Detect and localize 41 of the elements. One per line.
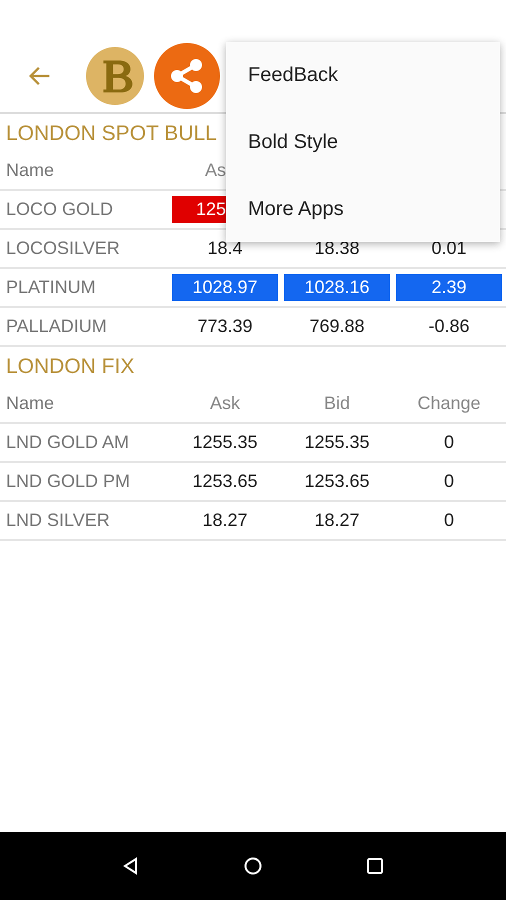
- table-cell-text: 1253.65: [191, 470, 259, 493]
- column-header: Name: [5, 392, 56, 415]
- column-header: Bid: [322, 392, 351, 415]
- column-header: As: [204, 159, 226, 182]
- table-cell-text: PALLADIUM: [5, 315, 108, 338]
- table-cell-text: 1253.65: [303, 470, 371, 493]
- section-title: LONDON SPOT BULL: [6, 122, 217, 146]
- menu-item[interactable]: FeedBack: [226, 58, 500, 92]
- b-logo-icon[interactable]: [86, 47, 144, 105]
- table-cell-text: LOCO GOLD: [5, 198, 114, 221]
- table-cell-text: LOCOSILVER: [5, 237, 121, 260]
- column-header: Name: [5, 159, 56, 182]
- share-icon[interactable]: [154, 43, 220, 109]
- menu-item[interactable]: More Apps: [226, 192, 500, 226]
- table-cell-text: 1255.35: [191, 431, 259, 454]
- table-cell-text: 18.27: [201, 509, 249, 532]
- square-icon[interactable]: [365, 856, 385, 876]
- table-cell-text: LND SILVER: [5, 509, 111, 532]
- table-cell-text: 0: [442, 470, 455, 493]
- table-cell-text: 0.01: [430, 237, 468, 260]
- table-cell-text: 0: [442, 431, 455, 454]
- column-header: Ask: [208, 392, 241, 415]
- table-cell: 125: [172, 196, 226, 223]
- table-cell: 2.39: [396, 274, 502, 301]
- table-cell-text: PLATINUM: [5, 276, 97, 299]
- table-cell-text: 18.38: [313, 237, 361, 260]
- table-cell-text: 769.88: [308, 315, 366, 338]
- table-cell: 1028.16: [284, 274, 390, 301]
- column-header: Change: [416, 392, 482, 415]
- table-cell-text: -0.86: [427, 315, 471, 338]
- table-cell-text: 0: [442, 509, 455, 532]
- table-cell-text: 18.4: [206, 237, 244, 260]
- section-title: LONDON FIX: [6, 355, 134, 379]
- home-circle-icon[interactable]: [243, 856, 263, 876]
- table-cell-text: LND GOLD AM: [5, 431, 130, 454]
- table-cell-text: 1255.35: [303, 431, 371, 454]
- table-cell-text: 773.39: [196, 315, 254, 338]
- table-cell-text: 18.27: [313, 509, 361, 532]
- table-cell-text: LND GOLD PM: [5, 470, 132, 493]
- table-cell: 1028.97: [172, 274, 278, 301]
- menu-item[interactable]: Bold Style: [226, 124, 500, 159]
